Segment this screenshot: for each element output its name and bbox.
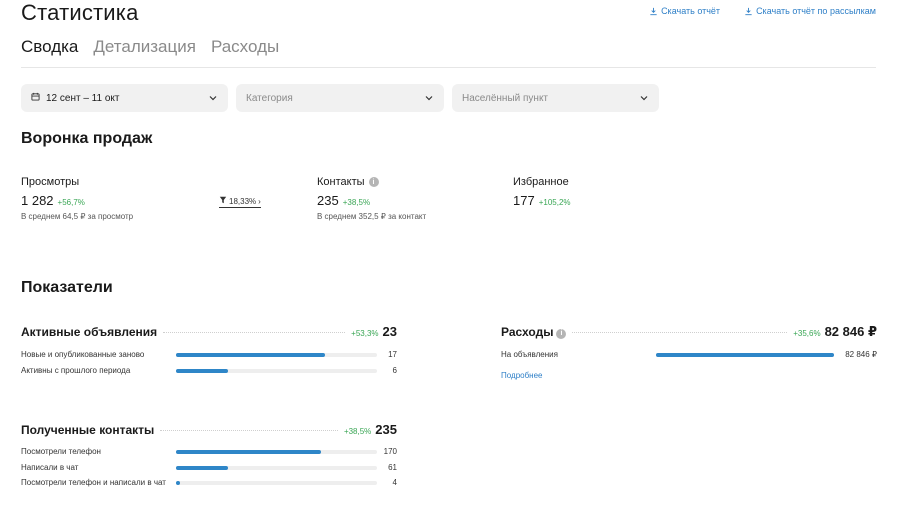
filters-bar: 12 сент – 11 окт Категория Населённый пу… — [21, 84, 659, 112]
download-mailing-report-label: Скачать отчёт по рассылкам — [756, 6, 876, 16]
dotted-leader — [572, 332, 788, 333]
contacts-block-title: Полученные контакты — [21, 423, 155, 437]
tabs-divider — [21, 67, 876, 68]
progress-fill — [176, 352, 325, 357]
category-placeholder: Категория — [246, 92, 293, 104]
active-ads-delta: +53,3% — [351, 329, 379, 338]
row-label: Посмотрели телефон — [21, 447, 101, 456]
progress-fill — [176, 449, 321, 454]
download-icon — [649, 7, 658, 16]
progress-track — [176, 352, 377, 357]
funnel-title: Воронка продаж — [21, 130, 153, 147]
contacts-sub: В среднем 352,5 ₽ за контакт — [317, 212, 427, 221]
tabs: Сводка Детализация Расходы — [21, 37, 279, 57]
views-delta: +56,7% — [57, 198, 85, 207]
progress-fill — [656, 352, 834, 357]
city-select[interactable]: Населённый пункт — [452, 84, 659, 112]
tab-summary[interactable]: Сводка — [21, 37, 78, 57]
favorites-value: 177 — [513, 193, 535, 208]
chevron-right-icon: › — [258, 196, 261, 206]
table-row: Написали в чат 61 — [21, 463, 397, 472]
conversion-link[interactable]: 18,33% › — [219, 196, 261, 208]
funnel-icon — [219, 196, 227, 206]
dotted-leader — [160, 430, 338, 431]
expenses-title: Расходы — [501, 325, 554, 339]
expenses-delta: +35,6% — [793, 329, 821, 338]
table-row: Посмотрели телефон 170 — [21, 447, 397, 456]
row-label: Посмотрели телефон и написали в чат — [21, 478, 166, 487]
table-row: На объявления 82 846 ₽ — [501, 350, 877, 359]
period-value: 12 сент – 11 окт — [46, 92, 120, 104]
info-icon[interactable]: i — [368, 177, 379, 187]
indicators-title: Показатели — [21, 279, 113, 296]
expenses-total: 82 846 ₽ — [824, 324, 877, 339]
contacts-block-total: 235 — [375, 422, 397, 437]
row-label: Написали в чат — [21, 463, 79, 472]
calendar-icon — [31, 92, 40, 104]
download-mailing-report-link[interactable]: Скачать отчёт по рассылкам — [744, 6, 876, 16]
download-links: Скачать отчёт Скачать отчёт по рассылкам — [649, 6, 876, 16]
table-row: Посмотрели телефон и написали в чат 4 — [21, 478, 397, 487]
views-label: Просмотры — [21, 176, 80, 188]
download-report-link[interactable]: Скачать отчёт — [649, 6, 720, 16]
views-sub: В среднем 64,5 ₽ за просмотр — [21, 212, 134, 221]
info-icon[interactable]: i — [556, 328, 567, 339]
progress-fill — [176, 465, 229, 470]
download-icon — [744, 7, 753, 16]
row-value: 61 — [388, 463, 397, 472]
row-label: Новые и опубликованные заново — [21, 350, 145, 359]
active-ads-header: Активные объявления +53,3% 23 — [21, 324, 397, 339]
period-select[interactable]: 12 сент – 11 окт — [21, 84, 228, 112]
contacts-metric: Контакты i 235 +38,5% В среднем 352,5 ₽ … — [317, 176, 426, 221]
table-row: Новые и опубликованные заново 17 — [21, 350, 397, 359]
progress-fill — [176, 480, 181, 485]
row-value: 82 846 ₽ — [845, 350, 877, 359]
more-details-link[interactable]: Подробнее — [501, 371, 543, 380]
active-ads-total: 23 — [382, 324, 397, 339]
active-ads-title: Активные объявления — [21, 325, 158, 339]
row-value: 17 — [388, 350, 397, 359]
conversion-value: 18,33% — [229, 196, 257, 206]
contacts-delta: +38,5% — [342, 198, 371, 207]
contacts-value: 235 — [317, 193, 339, 208]
progress-fill — [176, 368, 229, 373]
contacts-block-delta: +38,5% — [343, 427, 372, 436]
favorites-metric: Избранное 177 +105,2% — [513, 176, 571, 208]
row-value: 4 — [392, 478, 397, 487]
category-select[interactable]: Категория — [236, 84, 444, 112]
page-title: Статистика — [21, 0, 139, 25]
progress-track — [176, 480, 377, 485]
expenses-header: Расходы i +35,6% 82 846 ₽ — [501, 324, 877, 340]
chevron-down-icon — [208, 93, 218, 103]
row-label: На объявления — [501, 350, 558, 359]
city-placeholder: Населённый пункт — [462, 92, 549, 104]
row-value: 170 — [383, 447, 397, 456]
views-metric: Просмотры 1 282 +56,7% В среднем 64,5 ₽ … — [21, 176, 133, 221]
tab-expenses[interactable]: Расходы — [211, 37, 279, 57]
row-label: Активны с прошлого периода — [21, 366, 131, 375]
favorites-label: Избранное — [513, 176, 569, 188]
progress-track — [176, 465, 377, 470]
chevron-down-icon — [424, 93, 434, 103]
table-row: Активны с прошлого периода 6 — [21, 366, 397, 375]
progress-track — [176, 368, 377, 373]
contacts-label: Контакты — [317, 176, 365, 188]
row-value: 6 — [392, 366, 397, 375]
contacts-header: Полученные контакты +38,5% 235 — [21, 422, 397, 437]
progress-track — [176, 449, 377, 454]
favorites-delta: +105,2% — [538, 198, 571, 207]
tab-details[interactable]: Детализация — [93, 37, 196, 57]
chevron-down-icon — [639, 93, 649, 103]
download-report-label: Скачать отчёт — [661, 6, 721, 16]
progress-track — [656, 352, 834, 357]
dotted-leader — [163, 332, 346, 333]
views-value: 1 282 — [21, 193, 54, 208]
